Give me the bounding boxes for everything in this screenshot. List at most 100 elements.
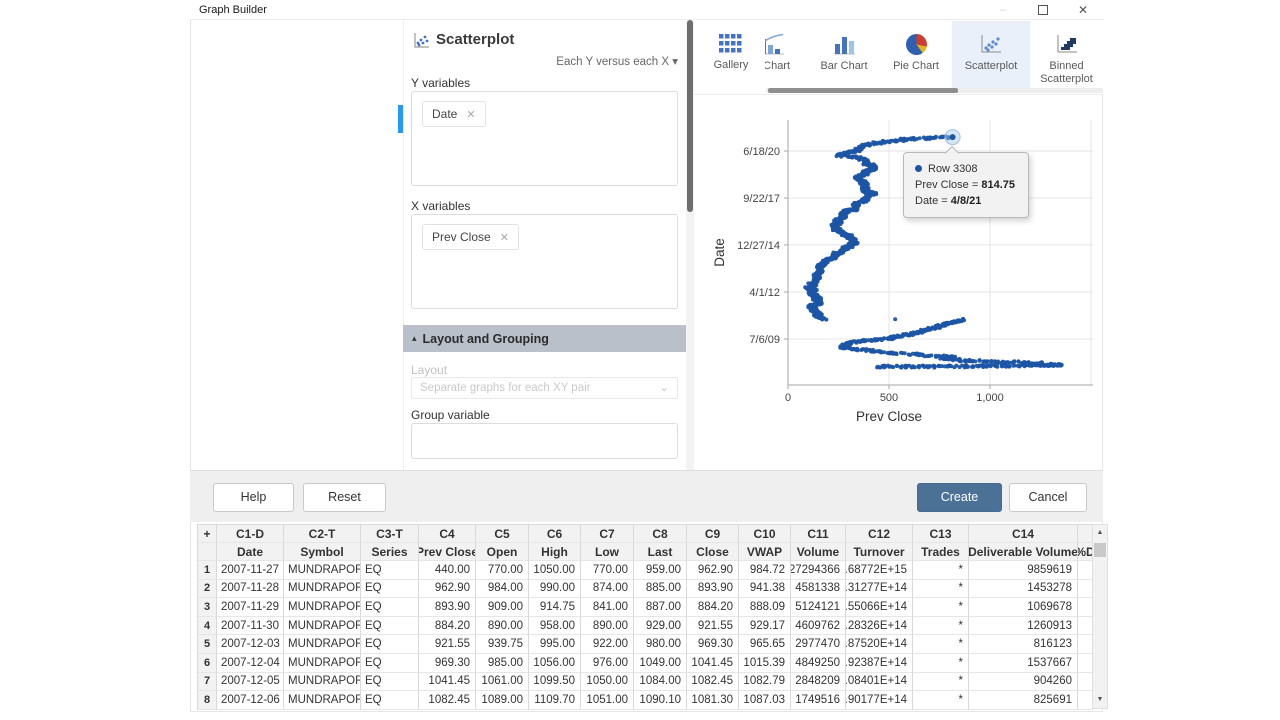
worksheet-cell[interactable]: 2848209 (791, 673, 846, 692)
worksheet-cell[interactable]: EQ (361, 617, 419, 636)
worksheet-row-number[interactable]: 5 (198, 635, 217, 654)
worksheet-scrollbar-thumb[interactable] (1094, 543, 1106, 557)
worksheet-col-id-header[interactable]: C10 (739, 525, 791, 543)
worksheet-col-id-header[interactable]: C7 (581, 525, 634, 543)
worksheet-cell[interactable]: * (913, 561, 969, 580)
worksheet-col-name-header[interactable]: %D (1078, 543, 1093, 561)
worksheet-cell[interactable]: 4609762 (791, 617, 846, 636)
worksheet-cell[interactable]: 929.00 (634, 617, 687, 636)
worksheet-col-name-header[interactable]: Symbol (284, 543, 361, 561)
worksheet-col-id-header[interactable]: C14 (969, 525, 1078, 543)
worksheet-cell[interactable]: EQ (361, 691, 419, 710)
worksheet-cell[interactable]: 874.00 (581, 580, 634, 599)
worksheet-cell[interactable]: 1051.00 (581, 691, 634, 710)
worksheet-cell[interactable]: 4581338 (791, 580, 846, 599)
worksheet-cell[interactable]: EQ (361, 561, 419, 580)
worksheet-cell[interactable]: 5124121 (791, 598, 846, 617)
help-button[interactable]: Help (213, 483, 294, 512)
x-variable-chip[interactable]: Prev Close ✕ (422, 224, 519, 250)
worksheet-cell[interactable]: 770.00 (581, 561, 634, 580)
worksheet-cell[interactable]: 904260 (969, 673, 1078, 692)
worksheet-col-id-header[interactable]: C2-T (284, 525, 361, 543)
worksheet-col-name-header[interactable]: Prev Close (419, 543, 476, 561)
minimize-button[interactable]: – (986, 0, 1020, 20)
worksheet-cell[interactable]: 1260913 (969, 617, 1078, 636)
worksheet-cell[interactable]: 1056.00 (529, 654, 581, 673)
worksheet-cell[interactable]: 888.09 (739, 598, 791, 617)
gallery-scrollbar-thumb[interactable] (768, 88, 958, 93)
worksheet-cell[interactable]: 2.68772E+15 (846, 561, 913, 580)
worksheet-cell[interactable]: 921.55 (419, 635, 476, 654)
worksheet-cell[interactable]: MUNDRAPORT (284, 654, 361, 673)
worksheet-cell[interactable]: 4.92387E+14 (846, 654, 913, 673)
worksheet-cell[interactable]: 1109.70 (529, 691, 581, 710)
worksheet-col-name-header[interactable]: Low (581, 543, 634, 561)
gallery-tile-o-chart[interactable]: o Chart (765, 21, 808, 93)
worksheet-cell[interactable]: 1041.45 (419, 673, 476, 692)
worksheet-cell[interactable]: 1061.00 (476, 673, 529, 692)
worksheet-cell[interactable]: 922.00 (581, 635, 634, 654)
worksheet-cell[interactable]: 914.75 (529, 598, 581, 617)
worksheet-cell[interactable] (1078, 673, 1093, 692)
y-variables-dropzone[interactable]: Date ✕ (411, 91, 678, 186)
gallery-tile-bar-chart[interactable]: Bar Chart (808, 21, 880, 93)
worksheet-cell[interactable]: EQ (361, 673, 419, 692)
worksheet-row-number[interactable]: 3 (198, 598, 217, 617)
worksheet-row-number[interactable]: 1 (198, 561, 217, 580)
worksheet-cell[interactable]: 1084.00 (634, 673, 687, 692)
worksheet-col-name-header[interactable]: Series (361, 543, 419, 561)
worksheet-cell[interactable]: 939.75 (476, 635, 529, 654)
worksheet-cell[interactable]: MUNDRAPORT (284, 635, 361, 654)
worksheet-cell[interactable]: MUNDRAPORT (284, 617, 361, 636)
worksheet-cell[interactable] (1078, 561, 1093, 580)
worksheet-cell[interactable]: * (913, 673, 969, 692)
worksheet-col-id-header[interactable]: C11 (791, 525, 846, 543)
worksheet-scrollbar-down-icon[interactable]: ▼ (1093, 692, 1107, 708)
gallery-tile-pie-chart[interactable]: Pie Chart (880, 21, 952, 93)
layout-and-grouping-section-header[interactable]: ▴ Layout and Grouping (403, 325, 686, 352)
worksheet-col-name-header[interactable]: Last (634, 543, 687, 561)
worksheet-cell[interactable]: 884.20 (419, 617, 476, 636)
worksheet-cell[interactable]: 2007-12-05 (217, 673, 284, 692)
worksheet-cell[interactable]: 909.00 (476, 598, 529, 617)
worksheet-cell[interactable]: 890.00 (581, 617, 634, 636)
worksheet-cell[interactable] (1078, 635, 1093, 654)
worksheet-cell[interactable] (1078, 598, 1093, 617)
worksheet-cell[interactable]: 1537667 (969, 654, 1078, 673)
worksheet-cell[interactable] (1078, 580, 1093, 599)
worksheet-cell[interactable]: EQ (361, 635, 419, 654)
worksheet-cell[interactable]: 1041.45 (687, 654, 739, 673)
worksheet-cell[interactable]: 2007-11-29 (217, 598, 284, 617)
create-button[interactable]: Create (917, 483, 1002, 512)
worksheet-cell[interactable]: 1081.30 (687, 691, 739, 710)
worksheet-cell[interactable]: 1089.00 (476, 691, 529, 710)
worksheet-cell[interactable]: * (913, 598, 969, 617)
worksheet-cell[interactable]: 816123 (969, 635, 1078, 654)
worksheet-col-name-header[interactable]: Close (687, 543, 739, 561)
worksheet-cell[interactable]: 825691 (969, 691, 1078, 710)
worksheet-cell[interactable]: 995.00 (529, 635, 581, 654)
worksheet-cell[interactable]: 9859619 (969, 561, 1078, 580)
worksheet-cell[interactable]: MUNDRAPORT (284, 691, 361, 710)
worksheet-cell[interactable]: 884.20 (687, 598, 739, 617)
worksheet-cell[interactable]: 985.00 (476, 654, 529, 673)
worksheet-col-id-header[interactable]: C3-T (361, 525, 419, 543)
worksheet-cell[interactable]: 969.30 (419, 654, 476, 673)
worksheet-cell[interactable]: * (913, 617, 969, 636)
x-variables-dropzone[interactable]: Prev Close ✕ (411, 214, 678, 309)
worksheet-cell[interactable]: 1090.10 (634, 691, 687, 710)
scatterplot-chart[interactable]: 6/18/209/22/1712/27/144/1/127/6/0905001,… (694, 95, 1103, 440)
worksheet-cell[interactable]: 4.28326E+14 (846, 617, 913, 636)
worksheet-cell[interactable]: 958.00 (529, 617, 581, 636)
settings-scrollbar-thumb[interactable] (687, 20, 693, 212)
worksheet-col-name-header[interactable]: VWAP (739, 543, 791, 561)
worksheet-cell[interactable]: 1453278 (969, 580, 1078, 599)
worksheet-cell[interactable]: 893.90 (687, 580, 739, 599)
worksheet-cell[interactable]: 2007-11-28 (217, 580, 284, 599)
worksheet-cell[interactable] (1078, 654, 1093, 673)
worksheet-cell[interactable]: EQ (361, 598, 419, 617)
worksheet-cell[interactable]: MUNDRAPORT (284, 673, 361, 692)
close-button[interactable]: ✕ (1066, 0, 1100, 20)
gallery-tile-binned-scatterplot[interactable]: Binned Scatterplot (1030, 21, 1103, 93)
worksheet-cell[interactable]: 4.55066E+14 (846, 598, 913, 617)
